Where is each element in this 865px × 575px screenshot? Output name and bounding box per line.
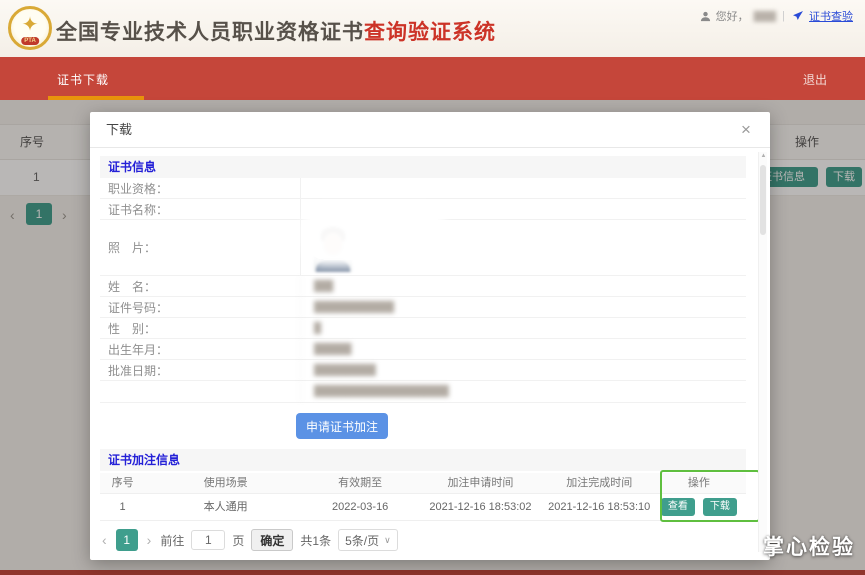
cell-actions: 查看 下载 [652, 494, 746, 520]
field-label: 职业资格： [108, 181, 169, 196]
cell-valid-until: 2022-03-16 [332, 501, 389, 513]
annotation-table-header: 序号 使用场景 有效期至 加注申请时间 加注完成时间 操作 [100, 473, 746, 494]
share-icon [793, 11, 803, 20]
page: ✦ PTA 全国专业技术人员职业资格证书查询验证系统 您好， ████ | 证书… [0, 0, 865, 575]
modal-pagination: ‹ 1 › 前往 页 确定 共1条 5条/页 ∨ [100, 529, 746, 551]
cell-complete-time: 2021-12-16 18:53:10 [548, 501, 651, 513]
col-header: 序号 [111, 477, 134, 489]
field-label: 照 片： [108, 241, 157, 255]
site-title: 全国专业技术人员职业资格证书查询验证系统 [56, 16, 496, 46]
col-header: 加注完成时间 [566, 477, 633, 489]
site-title-main: 全国专业技术人员职业资格证书 [56, 21, 364, 44]
modal-title: 下载 [106, 122, 133, 137]
site-logo-icon: ✦ PTA [8, 6, 52, 50]
active-page[interactable]: 1 [115, 529, 138, 551]
section-annotation-info: 证书加注信息 [100, 449, 746, 471]
field-label: 证书名称： [108, 202, 169, 217]
username-masked: ████ [753, 11, 776, 21]
view-button[interactable]: 查看 [660, 498, 695, 516]
form-row-name: 姓 名： ███ [100, 276, 746, 297]
cert-verify-link[interactable]: 证书查验 [809, 8, 853, 24]
page-unit-label: 页 [232, 533, 245, 548]
goto-page-input[interactable] [191, 530, 226, 550]
topbar-divider: | [782, 10, 785, 22]
scrollbar-thumb[interactable] [760, 165, 766, 235]
total-count-label: 共1条 [300, 533, 332, 548]
logout-link[interactable]: 退出 [803, 71, 827, 88]
download-modal: 下载 × 证书信息 职业资格： 证书名称： 照 片： 姓 名： ███ 证件号码… [90, 112, 770, 560]
col-header: 有效期至 [338, 477, 383, 489]
watermark: 掌心检验 [725, 531, 855, 561]
field-label: 批准日期： [108, 363, 169, 378]
field-label: 性 别： [108, 321, 157, 336]
site-header: ✦ PTA 全国专业技术人员职业资格证书查询验证系统 您好， ████ | 证书… [0, 0, 865, 57]
field-label: 证件号码： [108, 300, 169, 315]
form-row-approve-date: 批准日期： ██████████ [100, 360, 746, 381]
field-value-masked: ██████████████████████ [300, 381, 746, 402]
confirm-button[interactable]: 确定 [251, 529, 294, 551]
greeting-text: 您好， [715, 11, 749, 23]
close-icon[interactable]: × [734, 112, 758, 148]
prev-page-icon[interactable]: ‹ [100, 532, 109, 548]
field-value [300, 178, 746, 198]
download-button[interactable]: 下载 [702, 498, 737, 516]
form-row-note: ██████████████████████ [100, 381, 746, 403]
cell-scene: 本人通用 [203, 501, 248, 513]
per-page-value: 5条/页 [345, 533, 380, 548]
user-icon [700, 11, 710, 21]
chevron-down-icon: ∨ [384, 534, 391, 545]
topbar-user-area: 您好， ████ | 证书查验 [700, 8, 853, 24]
col-header-action: 操作 [687, 477, 710, 489]
field-value-masked: ███ [300, 276, 746, 296]
field-label: 出生年月： [108, 342, 169, 357]
cell-apply-time: 2021-12-16 18:53:02 [429, 501, 532, 513]
annotation-table: 序号 使用场景 有效期至 加注申请时间 加注完成时间 操作 1 本人通用 202… [100, 470, 760, 522]
main-navbar: 证书下载 退出 [0, 57, 865, 100]
form-row-id-number: 证件号码： █████████████ [100, 297, 746, 318]
field-label: 姓 名： [108, 279, 157, 294]
redaction-blob [308, 210, 440, 260]
logo-badge: PTA [21, 37, 39, 45]
goto-label: 前往 [160, 533, 185, 548]
photo-figure [316, 259, 350, 272]
field-value-masked: █ [300, 318, 746, 338]
watermark-text: 掌心检验 [763, 536, 855, 559]
tab-cert-download[interactable]: 证书下载 [57, 71, 109, 88]
field-value-masked: █████████████ [300, 297, 746, 317]
apply-annotation-button[interactable]: 申请证书加注 [296, 413, 388, 439]
form-row-gender: 性 别： █ [100, 318, 746, 339]
form-row-qualification: 职业资格： [100, 178, 746, 199]
per-page-select[interactable]: 5条/页 ∨ [338, 529, 398, 551]
col-header: 加注申请时间 [447, 477, 514, 489]
scroll-up-icon[interactable]: ▲ [759, 153, 768, 159]
section-cert-info: 证书信息 [100, 156, 746, 178]
field-value-masked: ██████ [300, 339, 746, 359]
next-page-icon[interactable]: › [145, 532, 154, 548]
form-row-birth: 出生年月： ██████ [100, 339, 746, 360]
cell-no: 1 [119, 501, 126, 513]
modal-title-bar: 下载 × [90, 112, 770, 148]
wechat-icon [727, 534, 757, 559]
modal-scrollbar[interactable]: ▲ [758, 152, 767, 552]
logo-emblem-icon: ✦ [21, 14, 39, 36]
modal-body: 证书信息 职业资格： 证书名称： 照 片： 姓 名： ███ 证件号码： ███… [90, 148, 770, 551]
col-header: 使用场景 [203, 477, 248, 489]
field-value-masked: ██████████ [300, 360, 746, 380]
site-title-accent: 查询验证系统 [364, 21, 496, 44]
table-row: 1 本人通用 2022-03-16 2021-12-16 18:53:02 20… [100, 494, 746, 521]
